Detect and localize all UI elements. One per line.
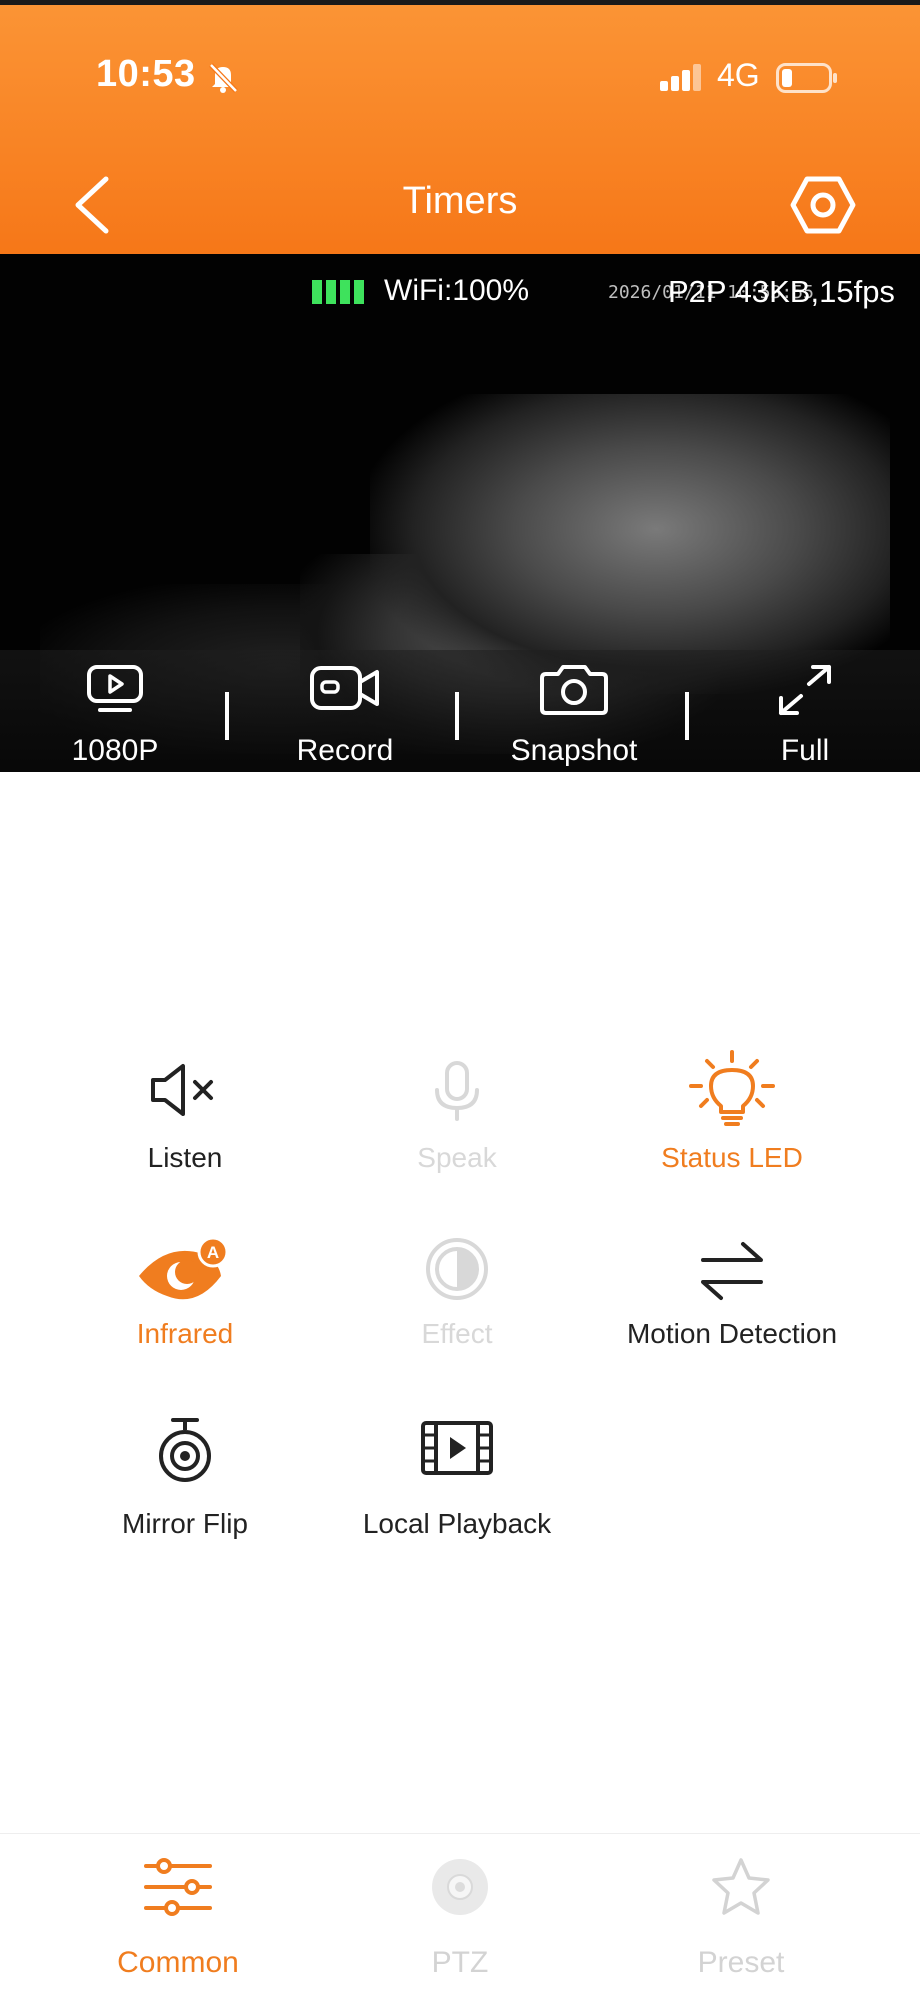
record-button[interactable]: Record — [260, 650, 430, 772]
battery-icon — [776, 63, 837, 93]
snapshot-label: Snapshot — [510, 734, 638, 767]
tab-preset[interactable]: Preset — [641, 1834, 841, 2001]
speak-button[interactable]: Speak — [332, 1060, 582, 1190]
listen-label: Listen — [147, 1142, 223, 1173]
video-feed-pillow — [370, 394, 890, 694]
snapshot-button[interactable]: Snapshot — [489, 650, 659, 772]
status-time: 10:53 — [96, 53, 196, 95]
settings-hexagon-icon[interactable] — [790, 175, 856, 235]
swap-arrows-icon — [701, 1242, 763, 1300]
tab-preset-label: Preset — [697, 1946, 785, 1979]
quality-label: 1080P — [71, 734, 159, 767]
toolbar-divider — [225, 692, 229, 740]
microphone-icon — [435, 1061, 479, 1121]
wifi-bar — [326, 280, 336, 304]
toolbar-divider — [455, 692, 459, 740]
stream-info: P2P 43KB,15fps — [668, 274, 895, 309]
mirror-flip-label: Mirror Flip — [122, 1508, 248, 1539]
webcam-icon — [159, 1418, 211, 1482]
infrared-button[interactable]: A Infrared — [60, 1236, 310, 1366]
motion-detection-label: Motion Detection — [626, 1318, 838, 1349]
video-toolbar: 1080P Record Snapshot Full — [0, 650, 920, 772]
speak-label: Speak — [417, 1142, 497, 1173]
bell-muted-icon — [209, 63, 238, 93]
listen-button[interactable]: Listen — [60, 1060, 310, 1190]
quality-button[interactable]: 1080P — [30, 650, 200, 772]
tab-common-label: Common — [117, 1946, 239, 1979]
local-playback-label: Local Playback — [362, 1508, 552, 1539]
page-title: Timers — [402, 180, 518, 222]
tab-ptz-label: PTZ — [431, 1946, 489, 1979]
fullscreen-button[interactable]: Full — [720, 650, 890, 772]
wifi-bar — [340, 280, 350, 304]
effect-label: Effect — [421, 1318, 493, 1349]
svg-text:A: A — [207, 1243, 219, 1262]
video-camera-icon — [310, 666, 379, 710]
tab-ptz[interactable]: PTZ — [360, 1834, 560, 2001]
fullscreen-label: Full — [780, 734, 830, 767]
infrared-eye-icon: A — [139, 1236, 229, 1300]
wifi-bar — [312, 280, 322, 304]
effect-button[interactable]: Effect — [332, 1236, 582, 1366]
cellular-signal-icon — [660, 64, 701, 91]
wifi-strength-bars — [312, 280, 364, 304]
camera-icon — [540, 665, 608, 715]
app-header: 10:53 4G Timers — [0, 0, 920, 254]
speaker-muted-icon — [151, 1064, 213, 1116]
mirror-flip-button[interactable]: Mirror Flip — [60, 1416, 310, 1546]
bottom-tab-bar: Common PTZ Preset — [0, 1833, 920, 2001]
infrared-label: Infrared — [136, 1318, 234, 1349]
camera-live-view[interactable]: WiFi:100% 2026/01/11 10:53:55 P2P 43KB,1… — [0, 254, 920, 772]
contrast-icon — [426, 1238, 488, 1300]
status-led-button[interactable]: Status LED — [607, 1050, 857, 1180]
network-type: 4G — [717, 57, 760, 93]
motion-detection-button[interactable]: Motion Detection — [607, 1240, 857, 1370]
expand-icon — [779, 665, 831, 715]
wifi-bar — [354, 280, 364, 304]
tab-common[interactable]: Common — [78, 1834, 278, 2001]
lightbulb-icon — [689, 1050, 775, 1126]
record-label: Record — [296, 734, 394, 767]
star-icon — [712, 1858, 770, 1915]
status-led-label: Status LED — [661, 1142, 803, 1173]
joystick-icon — [432, 1859, 488, 1915]
local-playback-button[interactable]: Local Playback — [332, 1420, 582, 1550]
sliders-icon — [144, 1858, 212, 1916]
toolbar-divider — [685, 692, 689, 740]
video-quality-icon — [87, 665, 143, 712]
film-play-icon — [421, 1421, 493, 1475]
wifi-status: WiFi:100% — [384, 274, 530, 307]
